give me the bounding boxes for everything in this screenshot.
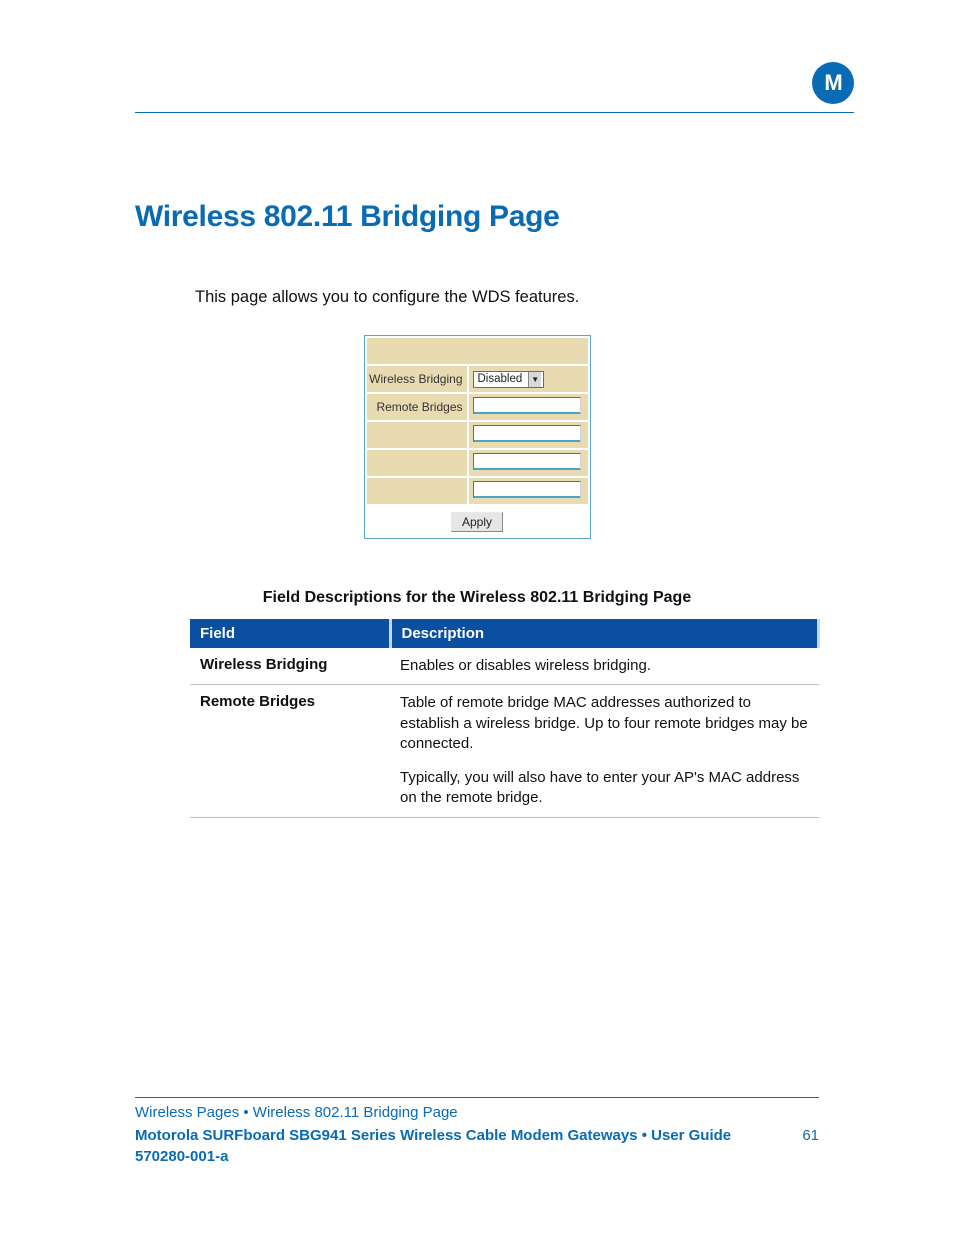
table-row <box>367 450 588 476</box>
remote-bridge-cell-4 <box>469 478 588 504</box>
field-descriptions-table: Field Description Wireless Bridging Enab… <box>190 619 820 818</box>
brand-logo: M <box>812 62 854 104</box>
table-row <box>367 478 588 504</box>
config-header-bar <box>367 338 588 364</box>
remote-bridge-cell-1 <box>469 394 588 420</box>
remote-bridge-empty-label-4 <box>367 478 467 504</box>
footer-divider <box>135 1097 819 1098</box>
remote-bridges-label: Remote Bridges <box>367 394 467 420</box>
col-field: Field <box>190 619 390 648</box>
motorola-logo-icon: M <box>812 62 854 104</box>
page-footer: Wireless Pages • Wireless 802.11 Bridgin… <box>135 1097 819 1165</box>
field-desc: Enables or disables wireless bridging. <box>390 648 819 685</box>
field-name: Remote Bridges <box>190 685 390 817</box>
config-screenshot: Wireless Bridging Disabled ▼ Remote Brid… <box>135 335 819 539</box>
table-row: Remote Bridges <box>367 394 588 420</box>
field-name: Wireless Bridging <box>190 648 390 685</box>
desc-para: Table of remote bridge MAC addresses aut… <box>400 693 809 754</box>
remote-bridge-cell-3 <box>469 450 588 476</box>
desc-para: Enables or disables wireless bridging. <box>400 656 809 676</box>
wireless-bridging-label: Wireless Bridging <box>367 366 467 392</box>
chevron-down-icon: ▼ <box>528 372 541 387</box>
breadcrumb: Wireless Pages • Wireless 802.11 Bridgin… <box>135 1104 819 1121</box>
publication-title: Motorola SURFboard SBG941 Series Wireles… <box>135 1127 731 1144</box>
select-value: Disabled <box>478 373 523 385</box>
remote-bridge-empty-label-3 <box>367 450 467 476</box>
page-title: Wireless 802.11 Bridging Page <box>135 200 819 234</box>
page-number: 61 <box>802 1127 819 1144</box>
apply-cell: Apply <box>367 506 588 536</box>
document-number: 570280-001-a <box>135 1148 819 1165</box>
table-row: Wireless Bridging Disabled ▼ <box>367 366 588 392</box>
table-row: Apply <box>367 506 588 536</box>
document-page: M Wireless 802.11 Bridging Page This pag… <box>0 0 954 1235</box>
table-row: Remote Bridges Table of remote bridge MA… <box>190 685 819 817</box>
field-desc: Table of remote bridge MAC addresses aut… <box>390 685 819 817</box>
table-row <box>367 422 588 448</box>
table-row: Wireless Bridging Enables or disables wi… <box>190 648 819 685</box>
logo-letter: M <box>824 70 841 96</box>
table-header-row: Field Description <box>190 619 819 648</box>
header-divider <box>135 112 854 113</box>
remote-bridge-input-2[interactable] <box>473 425 581 442</box>
remote-bridge-input-3[interactable] <box>473 453 581 470</box>
wireless-bridging-select[interactable]: Disabled ▼ <box>473 371 545 388</box>
desc-para: Typically, you will also have to enter y… <box>400 768 809 809</box>
col-description: Description <box>390 619 819 648</box>
config-table: Wireless Bridging Disabled ▼ Remote Brid… <box>364 335 591 539</box>
field-descriptions-heading: Field Descriptions for the Wireless 802.… <box>135 589 819 607</box>
remote-bridge-input-1[interactable] <box>473 397 581 414</box>
footer-line-2: Motorola SURFboard SBG941 Series Wireles… <box>135 1127 819 1144</box>
apply-button[interactable]: Apply <box>451 512 503 532</box>
intro-text: This page allows you to configure the WD… <box>195 288 819 307</box>
wireless-bridging-cell: Disabled ▼ <box>469 366 588 392</box>
remote-bridge-input-4[interactable] <box>473 481 581 498</box>
remote-bridge-empty-label-2 <box>367 422 467 448</box>
remote-bridge-cell-2 <box>469 422 588 448</box>
